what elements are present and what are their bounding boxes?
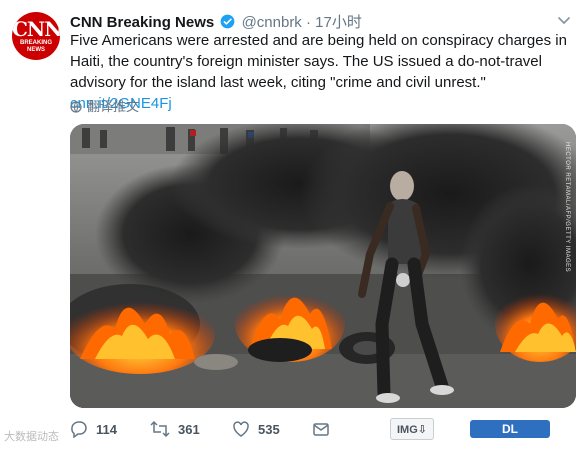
chevron-down-icon[interactable] xyxy=(556,12,572,28)
like-button[interactable]: 535 xyxy=(232,418,280,440)
message-icon xyxy=(313,423,329,436)
like-count: 535 xyxy=(258,421,280,437)
tweet-text: Five Americans were arrested and are bei… xyxy=(70,32,567,91)
like-icon xyxy=(233,421,249,437)
tweet-photo[interactable]: HECTOR RETAMAL/AFP/GETTY IMAGES xyxy=(70,124,576,408)
retweet-icon xyxy=(150,420,170,438)
verified-badge-icon xyxy=(221,14,235,29)
tweet-body: Five Americans were arrested and are bei… xyxy=(70,30,575,114)
translate-label: 翻译推文 xyxy=(87,99,140,114)
avatar[interactable]: CNN BREAKING NEWS xyxy=(12,12,60,60)
separator-dot: · xyxy=(305,14,311,31)
retweet-button[interactable]: 361 xyxy=(150,418,200,440)
protest-photo xyxy=(70,124,576,408)
account-name[interactable]: CNN Breaking News xyxy=(70,14,214,31)
watermark: 大数据动态 xyxy=(4,431,59,443)
translate-tweet[interactable]: 翻译推文 xyxy=(70,96,139,115)
dl-button[interactable]: DL xyxy=(470,420,550,438)
reply-button[interactable]: 114 xyxy=(70,418,117,440)
avatar-subtitle: BREAKING NEWS xyxy=(19,40,52,53)
account-handle[interactable]: @cnnbrk xyxy=(242,14,302,31)
tweet-header: CNN Breaking News @cnnbrk · 17小时 xyxy=(70,11,568,32)
photo-credit: HECTOR RETAMAL/AFP/GETTY IMAGES xyxy=(564,142,570,273)
tweet-time[interactable]: 17小时 xyxy=(315,14,362,31)
reply-icon xyxy=(71,421,87,438)
tweet-actions: 114 361 535 IMG⇩ DL xyxy=(70,418,570,448)
cnn-logo-icon: CNN xyxy=(12,17,60,41)
img-download-button[interactable]: IMG⇩ xyxy=(390,418,434,440)
globe-icon xyxy=(70,101,82,113)
reply-count: 114 xyxy=(96,421,117,437)
message-button[interactable] xyxy=(312,418,338,440)
retweet-count: 361 xyxy=(178,421,200,437)
